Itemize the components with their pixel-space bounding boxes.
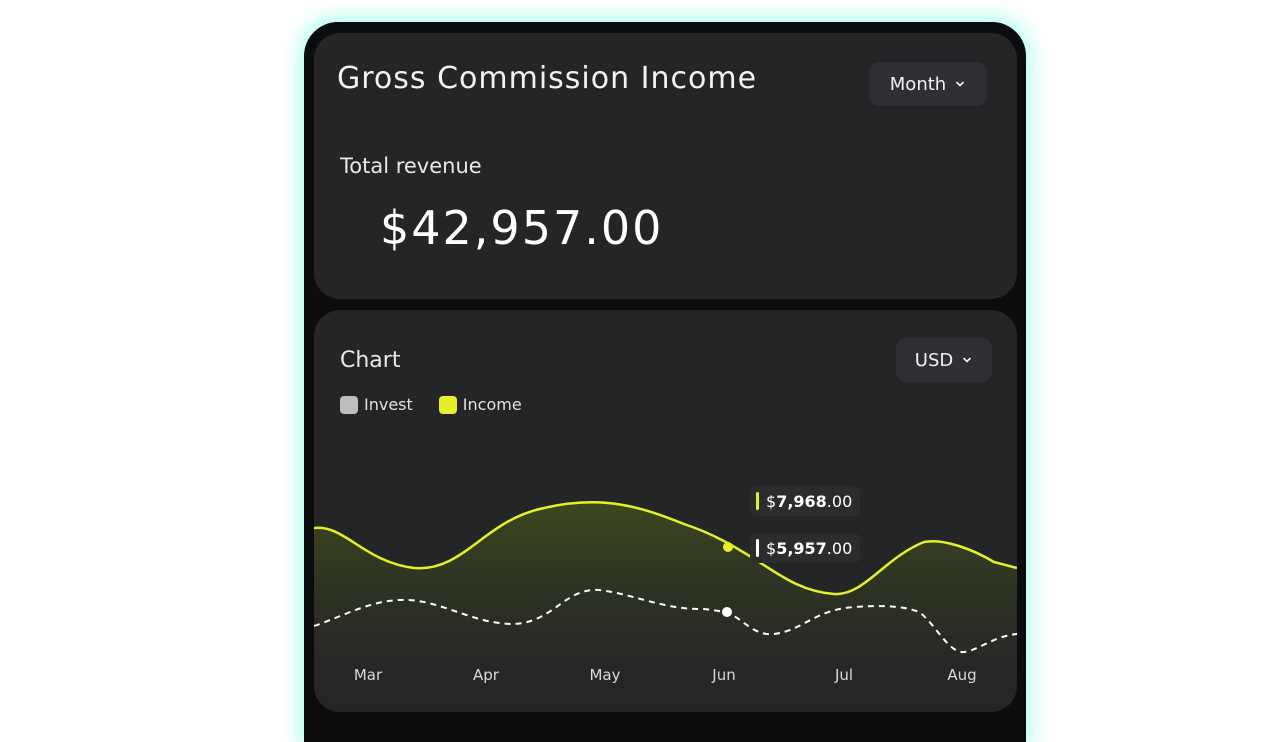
period-dropdown[interactable]: Month (869, 62, 987, 106)
income-tooltip-cents: .00 (826, 491, 853, 511)
period-dropdown-label: Month (889, 73, 947, 95)
income-tooltip-value: 7,968 (776, 491, 827, 511)
invest-highlight-point[interactable] (722, 607, 732, 617)
invest-tooltip-cents: .00 (826, 538, 853, 558)
x-tick-jun: Jun (712, 666, 736, 684)
x-tick-jul: Jul (834, 666, 854, 684)
page-title: Gross Commission Income (337, 61, 758, 96)
income-highlight-point[interactable] (723, 542, 733, 552)
invest-tooltip: $5,957.00 (750, 533, 861, 563)
total-revenue-label: Total revenue (340, 154, 482, 178)
income-tooltip: $7,968.00 (750, 486, 861, 516)
invest-tooltip-marker (756, 539, 759, 557)
income-area (314, 502, 1017, 712)
gross-commission-card: Gross Commission Income Month Total reve… (314, 33, 1017, 299)
income-tooltip-prefix: $ (766, 491, 777, 511)
x-tick-may: May (589, 666, 621, 684)
area-chart (314, 501, 1017, 712)
chart-card: Chart USD Invest Income $ 7,968 .00 $ 5,… (314, 310, 1017, 712)
income-tooltip-marker (756, 492, 759, 510)
x-tick-apr: Apr (473, 666, 499, 684)
x-tick-aug: Aug (947, 666, 977, 684)
invest-tooltip-value: 5,957 (776, 538, 827, 558)
x-tick-mar: Mar (353, 666, 383, 684)
invest-tooltip-prefix: $ (766, 538, 777, 558)
app-frame: Gross Commission Income Month Total reve… (304, 22, 1026, 742)
chevron-down-icon (956, 81, 965, 87)
total-revenue-value: $42,957.00 (380, 201, 664, 255)
